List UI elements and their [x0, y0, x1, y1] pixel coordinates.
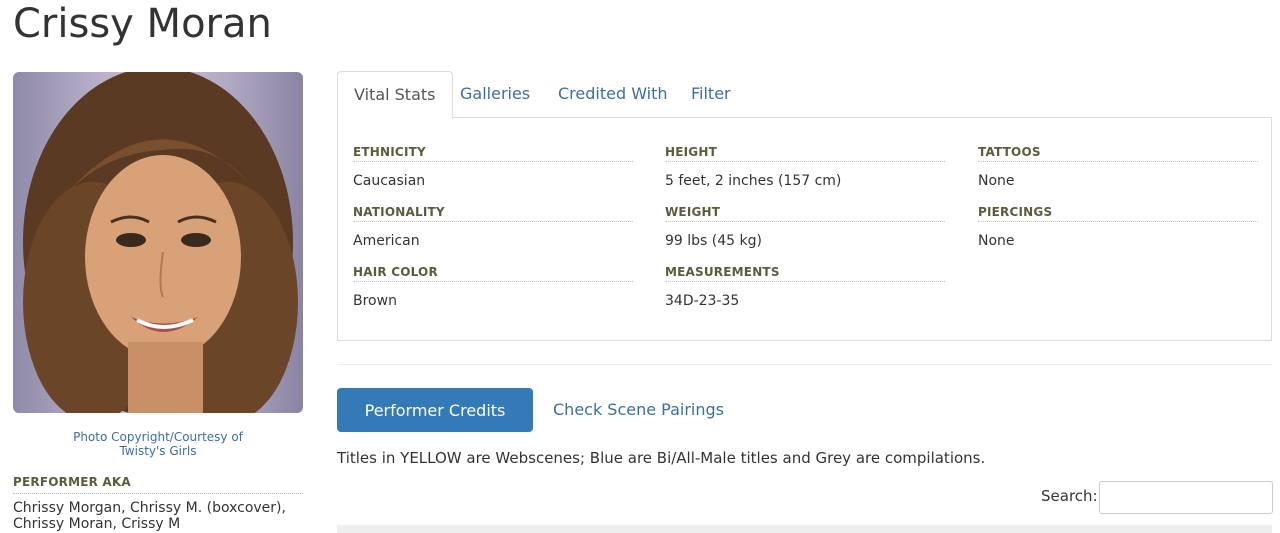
stat-label: NATIONALITY [353, 205, 633, 222]
stat-value: Brown [353, 293, 397, 309]
search-input[interactable] [1099, 481, 1273, 514]
stat-label: MEASUREMENTS [665, 265, 945, 282]
stat-label: TATTOOS [978, 145, 1258, 162]
stat-label: HAIR COLOR [353, 265, 633, 282]
stats-column-3: TATTOOS None PIERCINGS None [978, 145, 1258, 265]
stat-value: 5 feet, 2 inches (157 cm) [665, 173, 842, 189]
stat-label: ETHNICITY [353, 145, 633, 162]
stat-label: WEIGHT [665, 205, 945, 222]
stat-value: Caucasian [353, 173, 426, 189]
stat-value: None [978, 233, 1015, 249]
credits-table-header [337, 525, 1272, 533]
stats-column-2: HEIGHT 5 feet, 2 inches (157 cm) WEIGHT … [665, 145, 945, 325]
stat-nationality: NATIONALITY American [353, 205, 633, 265]
stat-value: None [978, 173, 1015, 189]
photo-credit-line1[interactable]: Photo Copyright/Courtesy of [13, 430, 303, 444]
check-scene-pairings-link[interactable]: Check Scene Pairings [553, 388, 724, 432]
stat-piercings: PIERCINGS None [978, 205, 1258, 265]
tab-credited-with[interactable]: Credited With [542, 71, 684, 118]
tab-filter[interactable]: Filter [675, 71, 747, 118]
color-legend-note: Titles in YELLOW are Webscenes; Blue are… [337, 449, 986, 467]
tab-vital-stats[interactable]: Vital Stats [337, 71, 453, 119]
stat-tattoos: TATTOOS None [978, 145, 1258, 205]
search-label: Search: [1041, 487, 1098, 505]
stat-measurements: MEASUREMENTS 34D-23-35 [665, 265, 945, 325]
section-divider [337, 364, 1272, 365]
stat-value: 99 lbs (45 kg) [665, 233, 762, 249]
photo-credit[interactable]: Photo Copyright/Courtesy of Twisty's Gir… [13, 430, 303, 458]
stat-label: PIERCINGS [978, 205, 1258, 222]
stat-label: HEIGHT [665, 145, 945, 162]
vital-stats-panel: ETHNICITY Caucasian NATIONALITY American… [337, 117, 1272, 341]
photo-credit-line2[interactable]: Twisty's Girls [13, 444, 303, 458]
stat-ethnicity: ETHNICITY Caucasian [353, 145, 633, 205]
profile-tabs: Vital Stats Galleries Credited With Filt… [337, 71, 1272, 119]
stat-height: HEIGHT 5 feet, 2 inches (157 cm) [665, 145, 945, 205]
tab-galleries[interactable]: Galleries [444, 71, 546, 118]
stat-weight: WEIGHT 99 lbs (45 kg) [665, 205, 945, 265]
stat-hair-color: HAIR COLOR Brown [353, 265, 633, 325]
stat-value: American [353, 233, 420, 249]
performer-photo [13, 72, 303, 413]
stat-value: 34D-23-35 [665, 293, 740, 309]
aka-heading: PERFORMER AKA [13, 475, 303, 494]
aka-text: Chrissy Morgan, Chrissy M. (boxcover), C… [13, 500, 286, 532]
stats-column-1: ETHNICITY Caucasian NATIONALITY American… [353, 145, 633, 325]
page-title: Crissy Moran [13, 1, 272, 47]
performer-credits-button[interactable]: Performer Credits (120) [337, 388, 533, 464]
